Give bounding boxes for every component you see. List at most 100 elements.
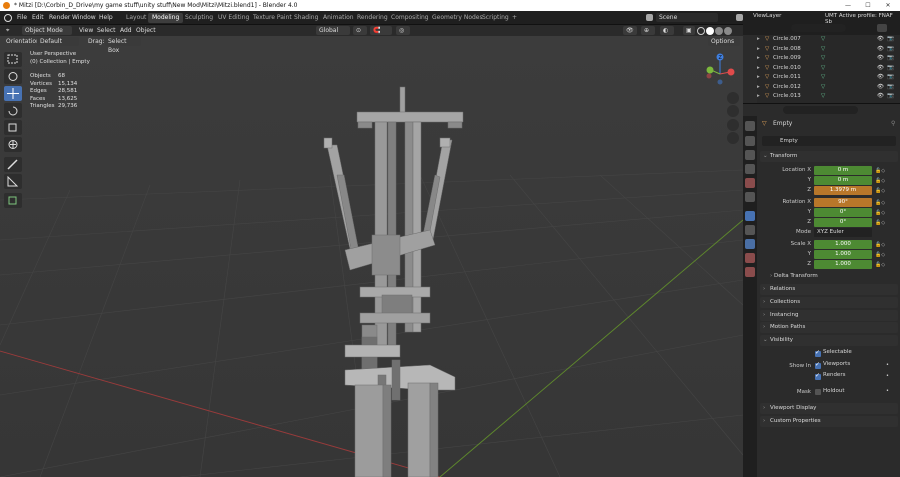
cursor-tool[interactable] bbox=[4, 69, 22, 84]
location-z-field[interactable]: 1.3979 m bbox=[814, 186, 872, 195]
shading-rendered-icon[interactable] bbox=[724, 27, 732, 35]
snap-icon[interactable]: 🧲 bbox=[370, 26, 392, 35]
perspective-toggle-icon[interactable] bbox=[727, 132, 739, 144]
menu-edit[interactable]: Edit bbox=[32, 14, 44, 21]
close-button[interactable]: ✕ bbox=[880, 0, 896, 11]
pivot-point-icon[interactable]: ⊙ bbox=[353, 26, 367, 35]
rotation-mode-dropdown[interactable]: XYZ Euler bbox=[814, 228, 872, 237]
collections-panel[interactable]: › Collections bbox=[760, 297, 898, 308]
data-tab-icon[interactable] bbox=[745, 253, 755, 263]
editor-type-icon[interactable]: ⌖ bbox=[3, 26, 12, 35]
output-tab-icon[interactable] bbox=[745, 150, 755, 160]
lock-icon[interactable]: 🔓◇ bbox=[875, 200, 885, 206]
shading-wireframe-icon[interactable] bbox=[697, 27, 705, 35]
tab-sculpting[interactable]: Sculpting bbox=[181, 13, 217, 23]
pan-hand-icon[interactable] bbox=[727, 105, 739, 117]
menu-select[interactable]: Select bbox=[94, 26, 119, 35]
gizmo-toggle-icon[interactable]: ⊕ bbox=[641, 26, 655, 35]
holdout-checkbox[interactable] bbox=[815, 389, 821, 395]
scene-selector[interactable]: Scene bbox=[656, 13, 718, 22]
visibility-panel[interactable]: ⌄ Visibility bbox=[760, 335, 898, 346]
list-item[interactable]: ▸ ▽ Circle.013 ▽ 👁 📷 bbox=[757, 92, 900, 102]
navigation-gizmo[interactable]: Z bbox=[700, 52, 740, 92]
zoom-icon[interactable] bbox=[727, 92, 739, 104]
tab-shading[interactable]: Shading bbox=[290, 13, 322, 23]
object-name-field[interactable]: Empty bbox=[762, 136, 896, 146]
drag-dropdown[interactable]: Select Box bbox=[105, 37, 141, 54]
rotate-tool[interactable] bbox=[4, 103, 22, 118]
tab-animation[interactable]: Animation bbox=[319, 13, 358, 23]
keyframe-dot-icon[interactable]: • bbox=[886, 388, 889, 394]
properties-search-input[interactable] bbox=[783, 106, 858, 114]
object-mode-dropdown[interactable]: Object Mode bbox=[22, 26, 72, 35]
world-tab-icon[interactable] bbox=[745, 192, 755, 202]
shading-material-icon[interactable] bbox=[715, 27, 723, 35]
texture-tab-icon[interactable] bbox=[745, 267, 755, 277]
custom-properties-panel[interactable]: › Custom Properties bbox=[760, 416, 898, 427]
tab-modeling[interactable]: Modeling bbox=[148, 13, 184, 23]
list-item[interactable]: ▸ ▽ Circle.011 ▽ 👁 📷 bbox=[757, 73, 900, 83]
camera-view-icon[interactable] bbox=[727, 119, 739, 131]
lock-icon[interactable]: 🔓◇ bbox=[875, 188, 885, 194]
visibility-filter-icon[interactable]: 👁 bbox=[623, 26, 637, 35]
lock-icon[interactable]: 🔓◇ bbox=[875, 178, 885, 184]
constraints-tab-icon[interactable] bbox=[745, 239, 755, 249]
transform-panel[interactable]: ⌄ Transform bbox=[760, 151, 898, 162]
tab-uv-editing[interactable]: UV Editing bbox=[214, 13, 253, 23]
rotation-x-field[interactable]: 90° bbox=[814, 198, 872, 207]
view-layer-tab-icon[interactable] bbox=[745, 164, 755, 174]
add-workspace-button[interactable]: + bbox=[508, 13, 521, 23]
list-item[interactable]: ▸ ▽ Circle.008 ▽ 👁 📷 bbox=[757, 45, 900, 55]
delta-transform-subpanel[interactable]: › Delta Transform bbox=[770, 272, 818, 281]
menu-window[interactable]: Window bbox=[72, 14, 96, 21]
lock-icon[interactable]: 🔓◇ bbox=[875, 220, 885, 226]
outliner[interactable]: ▸ ▽ Circle.007 ▽ 👁 📷 ▸ ▽ Circle.008 ▽ 👁 📷 ▸ ▽ Circle… bbox=[757, 35, 900, 103]
maximize-button[interactable]: ☐ bbox=[860, 0, 876, 11]
rotation-z-field[interactable]: 0° bbox=[814, 218, 872, 227]
shading-solid-icon[interactable] bbox=[706, 27, 714, 35]
filter-icon[interactable] bbox=[877, 24, 887, 32]
scale-z-field[interactable]: 1.000 bbox=[814, 260, 872, 269]
tab-texture-paint[interactable]: Texture Paint bbox=[249, 13, 296, 23]
relations-panel[interactable]: › Relations bbox=[760, 284, 898, 295]
physics-tab-icon[interactable] bbox=[745, 225, 755, 235]
viewport-display-panel[interactable]: › Viewport Display bbox=[760, 403, 898, 414]
list-item[interactable]: ▸ ▽ Circle.009 ▽ 👁 📷 bbox=[757, 54, 900, 64]
scale-x-field[interactable]: 1.000 bbox=[814, 240, 872, 249]
motion-paths-panel[interactable]: › Motion Paths bbox=[760, 322, 898, 333]
move-tool[interactable] bbox=[4, 86, 22, 101]
location-y-field[interactable]: 0 m bbox=[814, 176, 872, 185]
lock-icon[interactable]: 🔓◇ bbox=[875, 168, 885, 174]
transform-tool[interactable] bbox=[4, 137, 22, 152]
menu-help[interactable]: Help bbox=[99, 14, 113, 21]
select-box-tool[interactable] bbox=[4, 52, 22, 67]
pin-icon[interactable]: ⚲ bbox=[891, 120, 895, 127]
render-tab-icon[interactable] bbox=[745, 136, 755, 146]
annotate-tool[interactable] bbox=[4, 157, 22, 172]
menu-add[interactable]: Add bbox=[117, 26, 135, 35]
minimize-button[interactable]: — bbox=[840, 0, 856, 11]
transform-orientation-dropdown[interactable]: Global bbox=[316, 26, 350, 35]
object-tab-icon[interactable] bbox=[745, 211, 755, 221]
lock-icon[interactable]: 🔓◇ bbox=[875, 242, 885, 248]
orientation-dropdown[interactable]: Default bbox=[37, 37, 79, 46]
viewports-checkbox[interactable]: ✓ bbox=[815, 361, 821, 369]
instancing-panel[interactable]: › Instancing bbox=[760, 310, 898, 321]
tab-rendering[interactable]: Rendering bbox=[353, 13, 392, 23]
options-dropdown[interactable]: Options bbox=[708, 37, 740, 46]
blender-menu-icon[interactable] bbox=[4, 14, 12, 22]
tab-layout[interactable]: Layout bbox=[122, 13, 150, 23]
keyframe-dot-icon[interactable]: • bbox=[886, 362, 889, 368]
list-item[interactable]: ▸ ▽ Circle.007 ▽ 👁 📷 bbox=[757, 35, 900, 45]
overlays-toggle-icon[interactable]: ◐ bbox=[660, 26, 674, 35]
list-item[interactable]: ▸ ▽ Circle.010 ▽ 👁 📷 bbox=[757, 64, 900, 74]
measure-tool[interactable] bbox=[4, 174, 22, 189]
menu-render[interactable]: Render bbox=[49, 14, 70, 21]
scale-tool[interactable] bbox=[4, 120, 22, 135]
selectable-checkbox[interactable]: ✓ bbox=[815, 349, 821, 357]
tool-tab-icon[interactable] bbox=[745, 121, 755, 131]
menu-file[interactable]: File bbox=[17, 14, 27, 21]
lock-icon[interactable]: 🔓◇ bbox=[875, 210, 885, 216]
lock-icon[interactable]: 🔓◇ bbox=[875, 262, 885, 268]
xray-toggle-icon[interactable]: ▣ bbox=[683, 26, 695, 35]
